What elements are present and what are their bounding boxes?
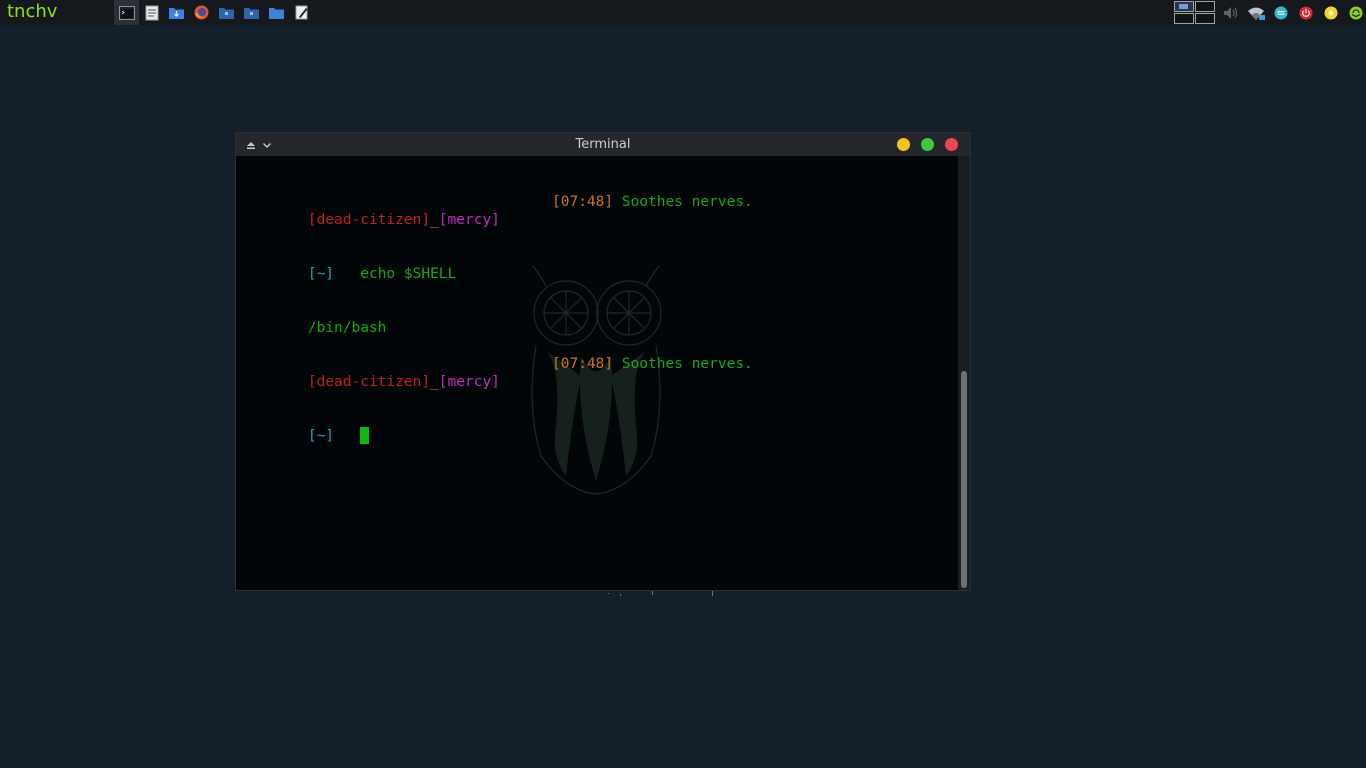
input-line[interactable]: [~] (238, 409, 500, 444)
tray-brightness[interactable] (1318, 0, 1343, 25)
folder-dark-2-icon (244, 7, 259, 19)
chat-icon (1274, 6, 1287, 19)
prompt-separator: _ (430, 374, 439, 390)
firefox-icon (194, 5, 209, 20)
tray-volume[interactable] (1218, 0, 1243, 25)
wifi-icon (1247, 7, 1265, 20)
volume-icon (1223, 6, 1237, 19)
prompt-dir: [~] (307, 266, 335, 282)
terminal-scrollbar[interactable] (958, 156, 970, 590)
prompt-time: [07:48] (552, 356, 614, 372)
workspace-2[interactable] (1195, 1, 1215, 12)
launcher-notes[interactable] (289, 0, 314, 25)
launcher-text-editor[interactable] (139, 0, 164, 25)
scrollbar-thumb[interactable] (961, 371, 967, 588)
tray-updates[interactable] (1343, 0, 1366, 25)
prompt-right-segment: [07:48] Soothes nerves. (552, 355, 753, 373)
launcher-firefox[interactable] (189, 0, 214, 25)
tray-wifi[interactable] (1243, 0, 1268, 25)
owl-background-image (531, 265, 662, 495)
prompt-host: [mercy] (438, 374, 500, 390)
launcher-folder-3[interactable] (264, 0, 289, 25)
prompt-user: [dead-citizen] (307, 374, 431, 390)
power-icon (1299, 6, 1312, 19)
launcher-folder-2[interactable] (239, 0, 264, 25)
owl-tail-remnant-image (608, 591, 713, 596)
tray-power[interactable] (1293, 0, 1318, 25)
terminal-icon (118, 5, 135, 20)
prompt-message: Soothes nerves. (621, 356, 753, 372)
prompt-host: [mercy] (438, 212, 500, 228)
text-cursor (360, 427, 370, 444)
prompt-line: [dead-citizen]_[mercy] [07:48] Soothes n… (238, 355, 753, 390)
prompt-line: [dead-citizen]_[mercy] [07:48] Soothes n… (238, 193, 753, 228)
launcher-bar (114, 0, 314, 25)
maximize-button[interactable] (921, 138, 934, 151)
workspace-4[interactable] (1195, 13, 1215, 24)
close-button[interactable] (945, 138, 958, 151)
prompt-message: Soothes nerves. (621, 194, 753, 210)
launcher-terminal[interactable] (114, 0, 139, 25)
update-icon (1349, 6, 1362, 19)
command-line: [~] echo $SHELL (238, 247, 500, 282)
command-text: echo $SHELL (334, 266, 457, 282)
terminal-output: [dead-citizen]_[mercy] [07:48] Soothes n… (238, 157, 753, 463)
prompt-right-segment: [07:48] Soothes nerves. (552, 193, 753, 211)
folder-dark-icon (219, 7, 234, 19)
launcher-folder-1[interactable] (214, 0, 239, 25)
prompt-user: [dead-citizen] (307, 212, 431, 228)
text-editor-icon (145, 5, 158, 20)
minimize-button[interactable] (897, 138, 910, 151)
notes-pen-icon (295, 5, 307, 20)
workspace-1[interactable] (1174, 1, 1194, 12)
downloads-folder-icon (169, 7, 184, 19)
input-text[interactable] (334, 428, 360, 444)
prompt-time: [07:48] (552, 194, 614, 210)
workspace-3[interactable] (1174, 13, 1194, 24)
panel-brand-label[interactable]: tnchv (0, 0, 113, 25)
top-panel: tnchv (0, 0, 1366, 25)
window-titlebar[interactable]: Terminal (236, 133, 970, 156)
output-line: /bin/bash (238, 301, 500, 336)
workspace-pager (1173, 0, 1215, 25)
terminal-window: Terminal [dead-citizen]_[mercy] [07:48] … (235, 132, 971, 591)
tray-chat[interactable] (1268, 0, 1293, 25)
prompt-separator: _ (430, 212, 439, 228)
command-output: /bin/bash (307, 320, 387, 336)
launcher-downloads[interactable] (164, 0, 189, 25)
system-tray (1218, 0, 1366, 25)
sun-icon (1324, 6, 1337, 19)
prompt-dir: [~] (307, 428, 335, 444)
folder-blue-icon (269, 7, 284, 19)
window-title: Terminal (575, 137, 631, 152)
terminal-viewport[interactable]: [dead-citizen]_[mercy] [07:48] Soothes n… (236, 156, 958, 590)
